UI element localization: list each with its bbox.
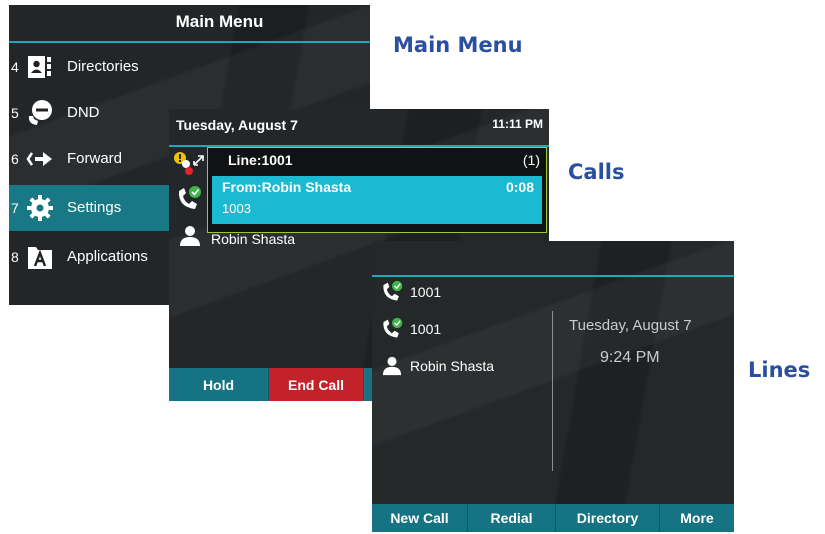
- new-call-button[interactable]: New Call: [372, 504, 468, 532]
- contact-icon: [382, 356, 402, 376]
- line-key-2[interactable]: 1001: [372, 311, 552, 347]
- registered-line-icon: [383, 280, 403, 301]
- menu-item-number: 5: [11, 105, 19, 121]
- softkey-bar: New Call Redial Directory More: [372, 504, 734, 532]
- menu-item-forward[interactable]: 6 Forward: [9, 136, 169, 182]
- directories-icon: [28, 56, 51, 78]
- contact-icon: [180, 226, 200, 246]
- active-call[interactable]: From:Robin Shasta 0:08 1003: [212, 176, 542, 224]
- conference-calls-icon: [174, 152, 204, 175]
- line-call-panel[interactable]: Line:1001 (1) From:Robin Shasta 0:08 100…: [207, 147, 547, 233]
- caller-number: 1003: [222, 201, 251, 216]
- menu-item-number: 8: [11, 249, 19, 265]
- call-duration: 0:08: [505, 179, 534, 195]
- lines-caption: Lines: [748, 358, 811, 382]
- more-button[interactable]: More: [660, 504, 734, 532]
- line-label: 1001: [410, 284, 442, 300]
- forward-icon: [26, 152, 52, 166]
- menu-item-label: Applications: [67, 248, 148, 265]
- redial-button[interactable]: Redial: [468, 504, 556, 532]
- line-label: 1001: [410, 321, 442, 337]
- line-key-3[interactable]: Robin Shasta: [372, 348, 552, 384]
- status-time: 11:11 PM: [492, 117, 543, 131]
- menu-item-label: DND: [67, 104, 100, 121]
- directory-button[interactable]: Directory: [556, 504, 660, 532]
- main-menu-caption: Main Menu: [393, 33, 523, 57]
- status-date: Tuesday, August 7: [176, 117, 298, 133]
- menu-item-dnd[interactable]: 5 DND: [9, 90, 169, 136]
- idle-date: Tuesday, August 7: [569, 317, 692, 334]
- menu-item-directories[interactable]: 4 Directories: [9, 44, 169, 90]
- line-call-count: (1): [522, 152, 540, 168]
- lines-screen: 1001 1001 Robin Shasta Tuesday, August 7…: [372, 241, 734, 532]
- menu-item-number: 7: [11, 200, 19, 216]
- gear-icon: [27, 195, 53, 221]
- caller-name: From:Robin Shasta: [222, 179, 352, 195]
- menu-item-label: Settings: [67, 199, 122, 216]
- main-menu-title: Main Menu: [175, 12, 264, 31]
- header-divider: [9, 41, 370, 43]
- menu-item-applications[interactable]: 8 Applications: [9, 234, 169, 280]
- dnd-icon: [28, 100, 52, 125]
- registered-line-icon: [383, 317, 403, 338]
- line-key-1[interactable]: 1001: [372, 274, 552, 310]
- end-call-button[interactable]: End Call: [269, 368, 364, 401]
- line-label: Line:1001: [228, 152, 293, 168]
- menu-item-number: 4: [11, 59, 19, 75]
- contact-name: Robin Shasta: [410, 358, 495, 374]
- applications-icon: [28, 247, 52, 269]
- menu-item-number: 6: [11, 151, 19, 167]
- menu-item-settings[interactable]: 7 Settings: [9, 185, 169, 231]
- idle-time: 9:24 PM: [600, 349, 660, 366]
- lines-divider: [552, 311, 553, 471]
- menu-item-label: Directories: [67, 58, 139, 75]
- calls-caption: Calls: [568, 160, 625, 184]
- registered-line-icon: [178, 186, 201, 209]
- hold-button[interactable]: Hold: [169, 368, 269, 401]
- menu-item-label: Forward: [67, 150, 123, 167]
- contact-name: Robin Shasta: [211, 231, 296, 247]
